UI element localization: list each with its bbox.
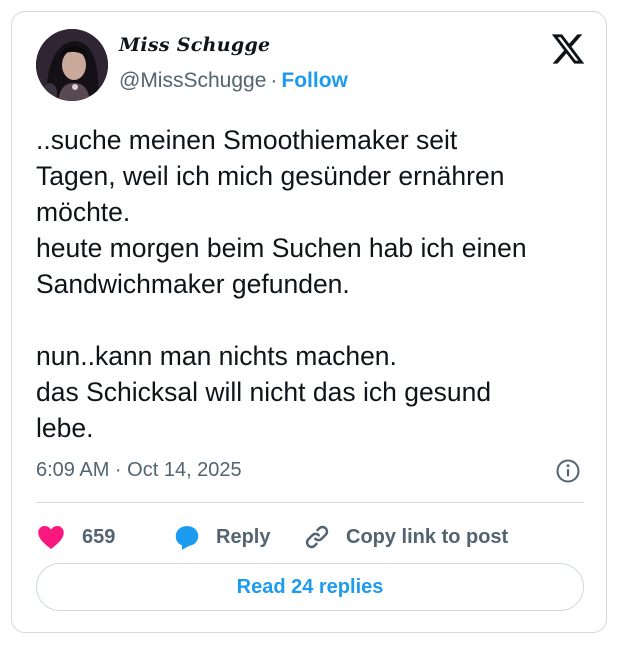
post-text: ..suche meinen Smoothiemaker seit Tagen,… bbox=[36, 125, 527, 443]
avatar[interactable] bbox=[36, 29, 108, 101]
read-replies-button[interactable]: Read 24 replies bbox=[36, 563, 584, 611]
copy-link-label: Copy link to post bbox=[346, 525, 509, 548]
separator-dot: · bbox=[270, 69, 278, 92]
speech-bubble-icon bbox=[175, 526, 199, 550]
author-handle[interactable]: @MissSchugge bbox=[119, 69, 266, 92]
divider bbox=[36, 502, 584, 503]
link-icon bbox=[305, 525, 329, 549]
avatar-image bbox=[36, 29, 108, 101]
info-icon[interactable] bbox=[555, 458, 581, 484]
like-button[interactable]: 659 bbox=[36, 517, 115, 557]
follow-link[interactable]: Follow bbox=[281, 69, 348, 92]
author-handle-line: @MissSchugge · Follow bbox=[119, 69, 348, 93]
copy-link-button[interactable]: Copy link to post bbox=[302, 517, 508, 557]
like-count: 659 bbox=[82, 525, 116, 548]
post-timestamp[interactable]: 6:09 AM · Oct 14, 2025 bbox=[36, 459, 242, 482]
x-logo-icon[interactable] bbox=[549, 31, 587, 67]
embedded-post-card: Miss Schugge @MissSchugge · Follow ..suche… bbox=[11, 11, 607, 633]
reply-label: Reply bbox=[216, 525, 271, 548]
author-display-name[interactable]: Miss Schugge bbox=[119, 34, 270, 56]
reply-button[interactable]: Reply bbox=[172, 517, 270, 557]
heart-icon bbox=[38, 526, 64, 549]
